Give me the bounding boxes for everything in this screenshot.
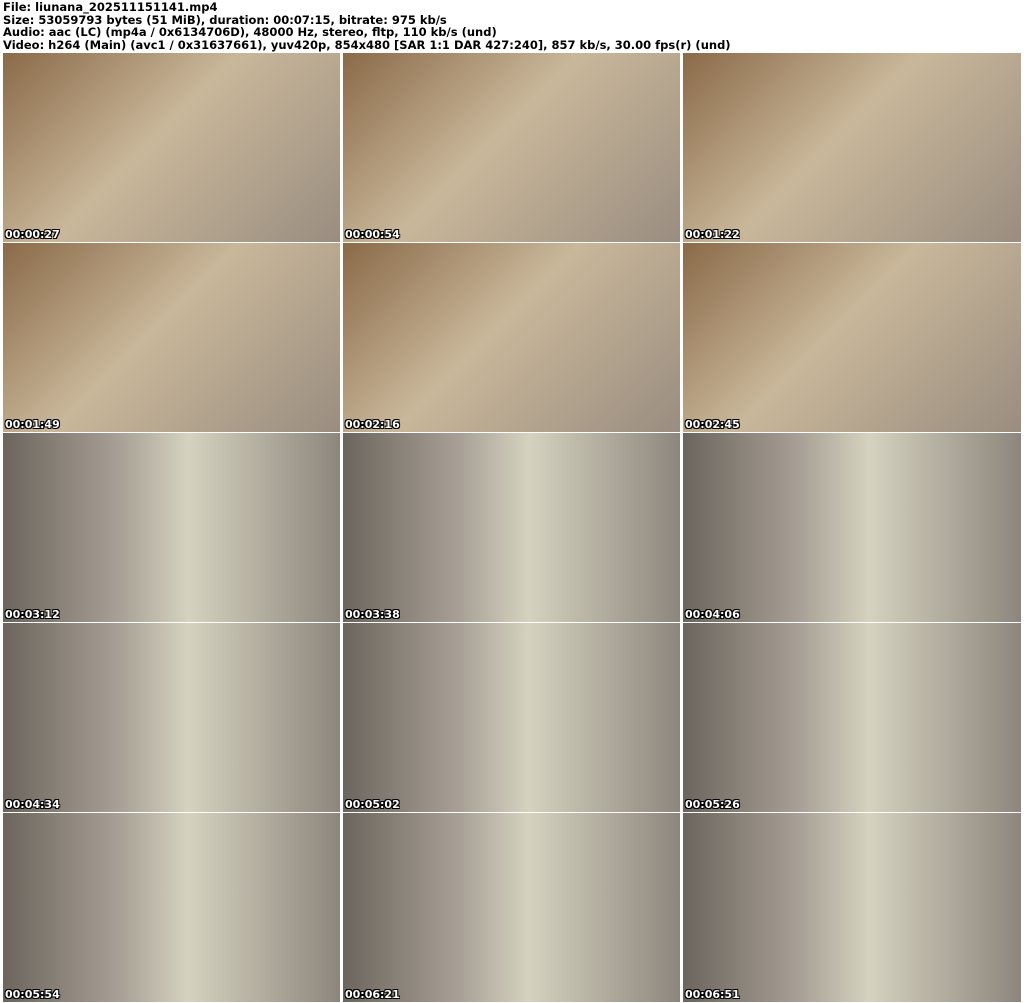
thumbnail-timestamp: 00:01:49 <box>5 418 60 431</box>
video-thumbnail: 00:01:22 <box>683 53 1021 242</box>
video-thumbnail: 00:02:45 <box>683 243 1021 432</box>
thumbnail-timestamp: 00:00:54 <box>345 228 400 241</box>
thumbnail-timestamp: 00:01:22 <box>685 228 740 241</box>
video-thumbnail: 00:06:21 <box>343 813 680 1002</box>
thumbnail-timestamp: 00:04:06 <box>685 608 740 621</box>
video-thumbnail: 00:04:34 <box>3 623 340 812</box>
thumbnail-timestamp: 00:04:34 <box>5 798 60 811</box>
video-thumbnail: 00:03:12 <box>3 433 340 622</box>
video-thumbnail: 00:01:49 <box>3 243 340 432</box>
thumbnail-timestamp: 00:05:02 <box>345 798 400 811</box>
file-name: File: liunana_202511151141.mp4 <box>3 0 218 14</box>
video-thumbnail: 00:04:06 <box>683 433 1021 622</box>
video-thumbnail: 00:00:27 <box>3 53 340 242</box>
video-info: Video: h264 (Main) (avc1 / 0x31637661), … <box>3 37 731 52</box>
video-thumbnail: 00:06:51 <box>683 813 1021 1002</box>
video-thumbnail: 00:05:54 <box>3 813 340 1002</box>
thumbnail-timestamp: 00:02:16 <box>345 418 400 431</box>
video-thumbnail: 00:05:02 <box>343 623 680 812</box>
audio-info: Audio: aac (LC) (mp4a / 0x6134706D), 480… <box>3 25 497 39</box>
video-thumbnail: 00:03:38 <box>343 433 680 622</box>
thumbnail-grid: 00:00:27 00:00:54 00:01:22 00:01:49 00:02:16… <box>3 53 1021 1002</box>
thumbnail-timestamp: 00:05:54 <box>5 988 60 1001</box>
thumbnail-timestamp: 00:03:12 <box>5 608 60 621</box>
video-thumbnail: 00:05:26 <box>683 623 1021 812</box>
thumbnail-timestamp: 00:06:51 <box>685 988 740 1001</box>
video-thumbnail: 00:00:54 <box>343 53 680 242</box>
thumbnail-timestamp: 00:00:27 <box>5 228 60 241</box>
video-thumbnail: 00:02:16 <box>343 243 680 432</box>
thumbnail-timestamp: 00:05:26 <box>685 798 740 811</box>
thumbnail-timestamp: 00:02:45 <box>685 418 740 431</box>
file-info-header: File: liunana_202511151141.mp4 Size: 530… <box>3 1 731 51</box>
thumbnail-timestamp: 00:03:38 <box>345 608 400 621</box>
thumbnail-timestamp: 00:06:21 <box>345 988 400 1001</box>
